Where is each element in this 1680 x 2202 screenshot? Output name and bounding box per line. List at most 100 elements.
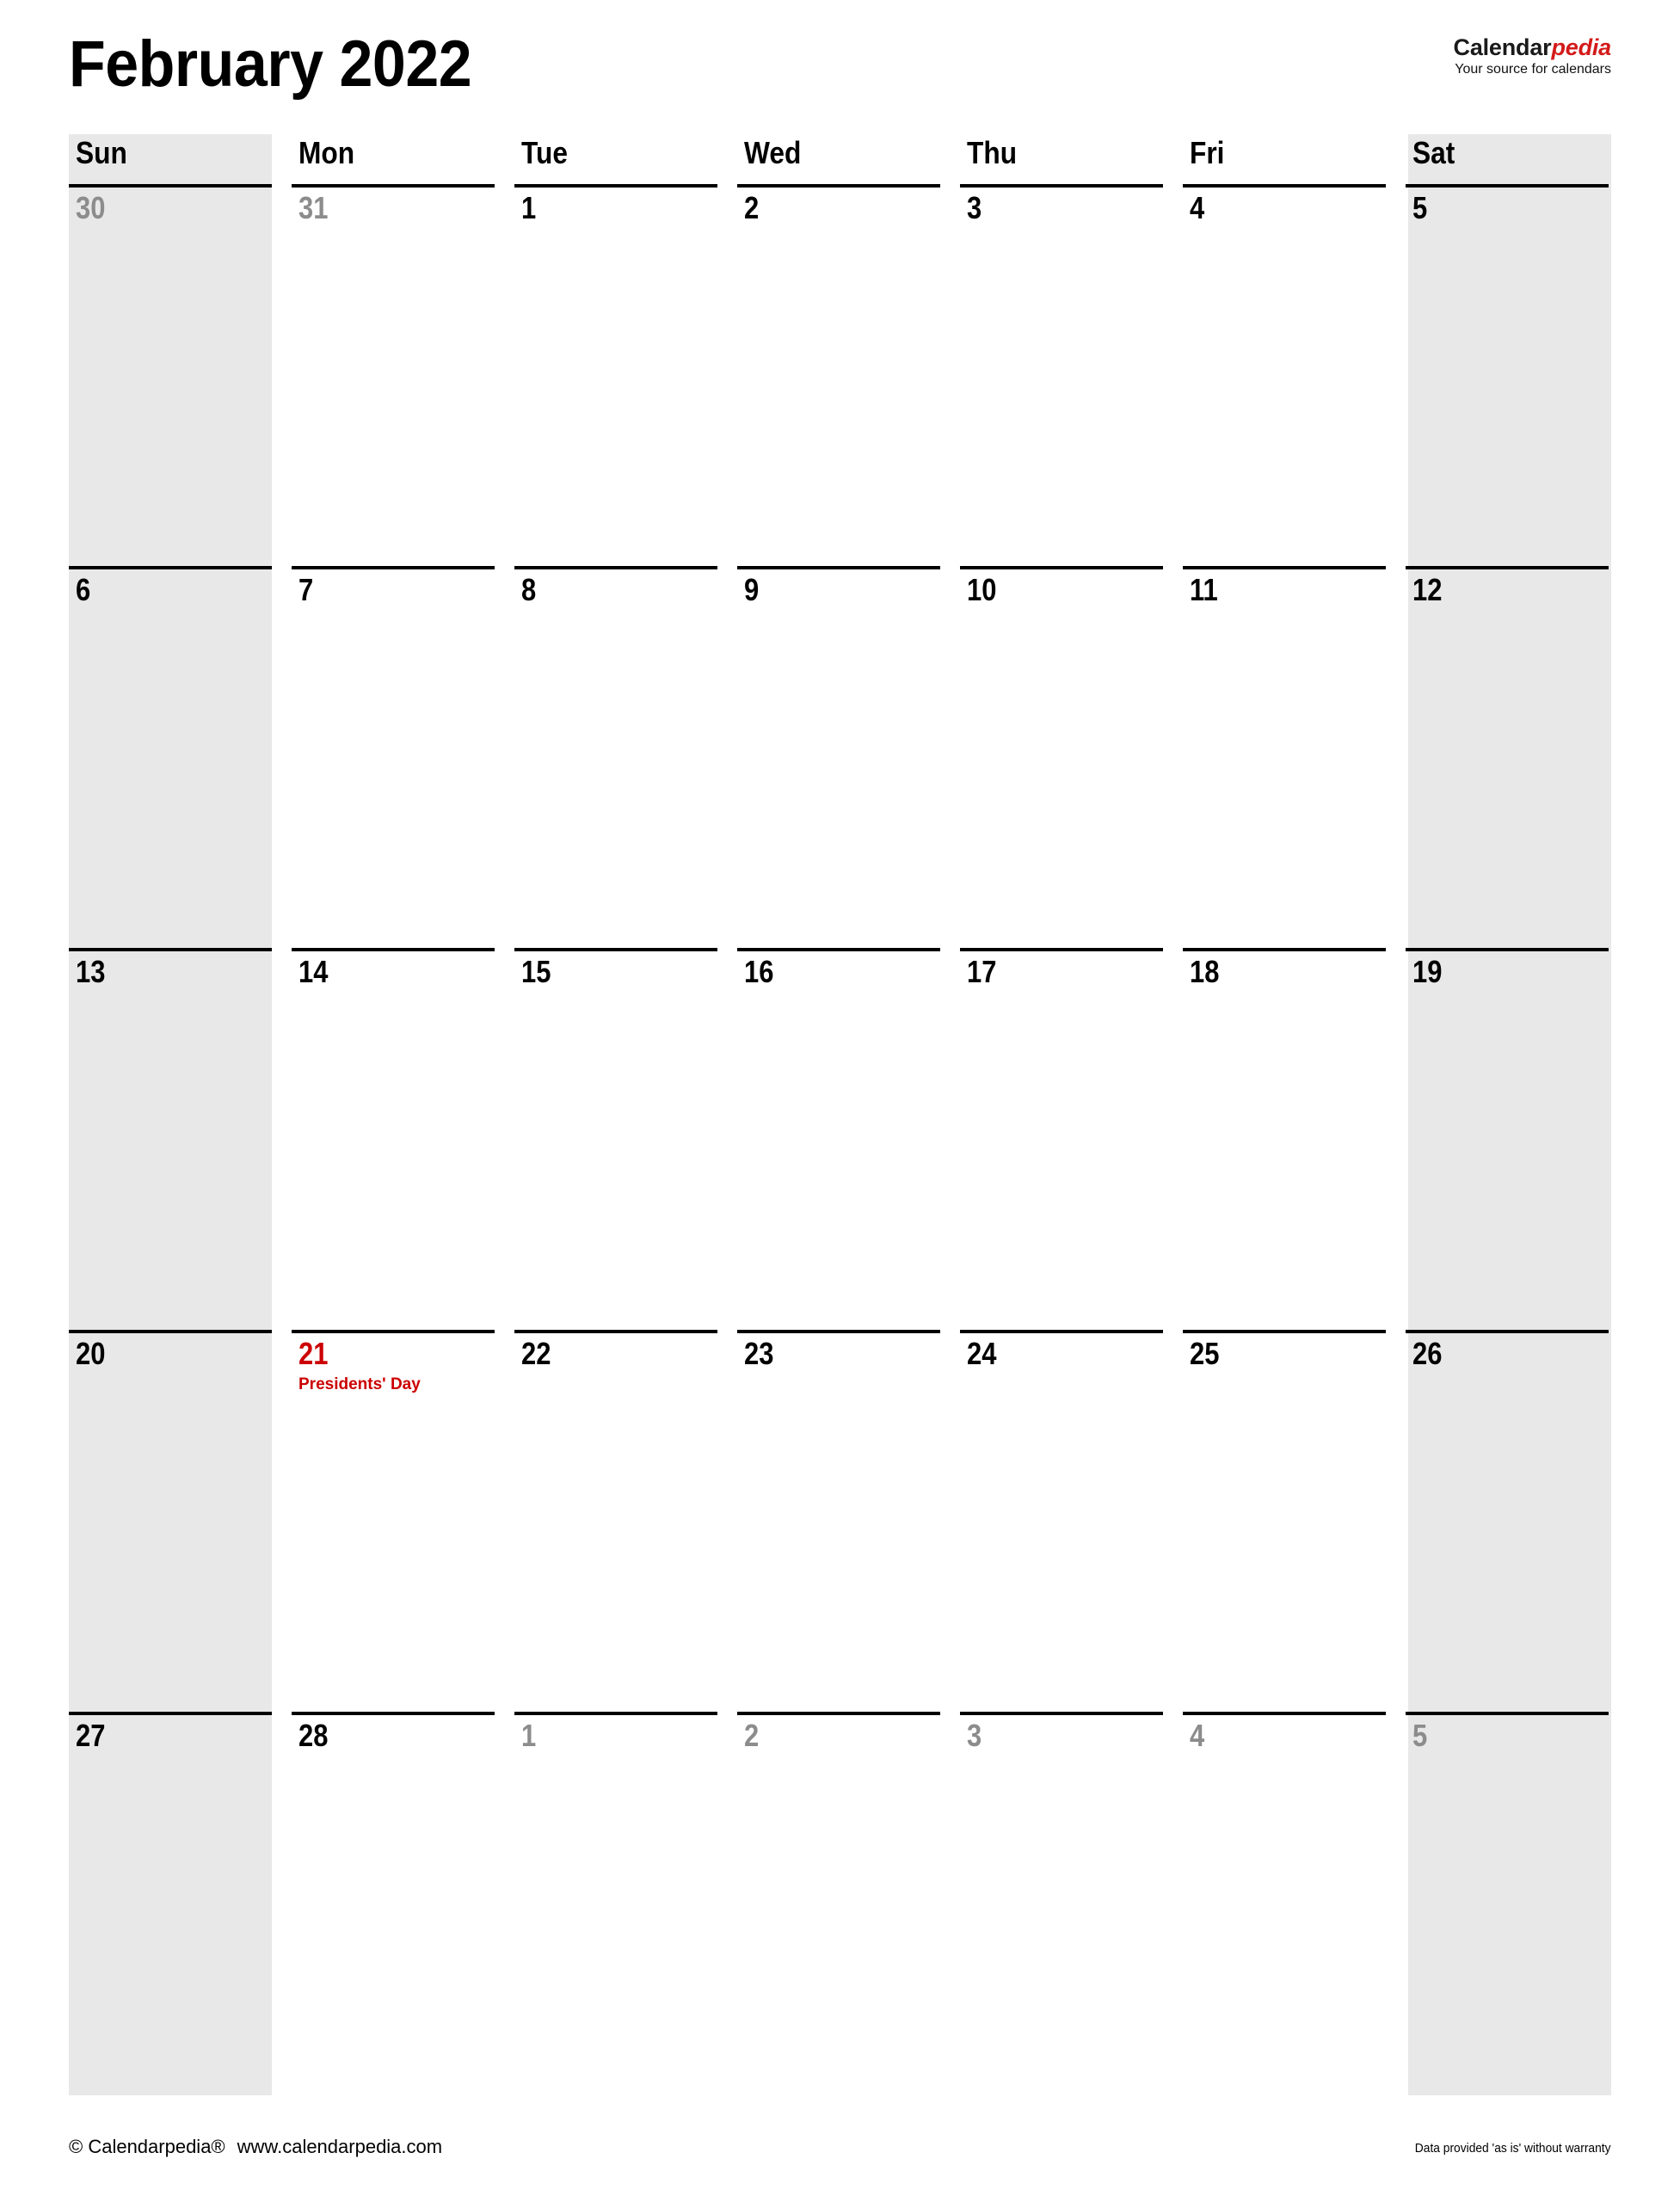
day-cell[interactable]: 18 — [1183, 948, 1386, 1330]
brand-name: Calendarpedia — [1453, 34, 1612, 60]
day-number: 1 — [521, 1718, 537, 1753]
day-cell-rule — [1406, 184, 1609, 188]
day-number: 11 — [1190, 572, 1218, 607]
day-cell[interactable]: 8 — [514, 566, 717, 948]
day-cell-rule — [737, 1712, 940, 1715]
page-title: February 2022 — [69, 28, 472, 101]
day-cell-rule — [292, 1330, 495, 1333]
footer-website-link[interactable]: www.calendarpedia.com — [237, 2136, 442, 2157]
weekday-header-sun: Sun — [69, 134, 272, 184]
day-cell[interactable]: 12 — [1406, 566, 1609, 948]
day-number: 14 — [298, 954, 329, 989]
day-number: 21 — [298, 1336, 329, 1371]
day-cell[interactable]: 9 — [737, 566, 940, 948]
day-number: 13 — [76, 954, 106, 989]
day-cell[interactable]: 2 — [737, 1712, 940, 2094]
day-number: 19 — [1412, 954, 1443, 989]
day-cell[interactable]: 6 — [69, 566, 272, 948]
day-cell-rule — [514, 1330, 717, 1333]
day-cell-rule — [1183, 184, 1386, 188]
day-cell-rule — [737, 184, 940, 188]
day-cell[interactable]: 25 — [1183, 1330, 1386, 1712]
weekday-header-label: Wed — [744, 135, 802, 170]
day-cell-rule — [292, 184, 495, 188]
day-cell[interactable]: 13 — [69, 948, 272, 1330]
day-number: 8 — [521, 572, 537, 607]
day-cell-rule — [960, 1712, 1163, 1715]
day-number: 16 — [744, 954, 774, 989]
day-cell[interactable]: 4 — [1183, 1712, 1386, 2094]
day-cell[interactable]: 2 — [737, 184, 940, 566]
page-header: February 2022 Calendarpedia Your source … — [69, 26, 1611, 120]
day-number: 9 — [744, 572, 760, 607]
day-cell-rule — [1406, 948, 1609, 951]
footer-copyright: © Calendarpedia® — [69, 2136, 225, 2157]
weekday-header-label: Sun — [76, 135, 127, 170]
day-number: 31 — [298, 190, 329, 225]
day-cell[interactable]: 17 — [960, 948, 1163, 1330]
footer-disclaimer: Data provided 'as is' without warranty — [1415, 2141, 1611, 2156]
day-cell-rule — [292, 948, 495, 951]
weekday-header-label: Mon — [298, 135, 355, 170]
day-number: 4 — [1190, 190, 1205, 225]
week-row: 6 7 8 9 10 11 12 — [69, 566, 1611, 948]
day-cell[interactable]: 20 — [69, 1330, 272, 1712]
day-number: 4 — [1190, 1718, 1205, 1753]
day-cell[interactable]: 3 — [960, 1712, 1163, 2094]
day-cell[interactable]: 10 — [960, 566, 1163, 948]
day-cell-rule — [69, 948, 272, 951]
day-cell[interactable]: 27 — [69, 1712, 272, 2094]
day-cell[interactable]: 1 — [514, 1712, 717, 2094]
day-cell[interactable]: 5 — [1406, 184, 1609, 566]
weekday-header-row: Sun Mon Tue Wed Thu Fri Sat — [69, 134, 1611, 184]
day-cell-rule — [737, 566, 940, 569]
brand-name-calendar: Calendar — [1453, 34, 1552, 60]
weekday-header-label: Tue — [521, 135, 568, 170]
day-cell-rule — [960, 566, 1163, 569]
day-cell[interactable]: 16 — [737, 948, 940, 1330]
day-cell-rule — [1183, 566, 1386, 569]
day-cell-rule — [1406, 566, 1609, 569]
brand-name-pedia: pedia — [1551, 34, 1611, 60]
day-cell-rule — [292, 566, 495, 569]
day-cell[interactable]: 26 — [1406, 1330, 1609, 1712]
day-cell[interactable]: 30 — [69, 184, 272, 566]
day-number: 27 — [76, 1718, 106, 1753]
day-cell[interactable]: 22 — [514, 1330, 717, 1712]
weekday-header-thu: Thu — [960, 134, 1163, 184]
calendarpedia-logo[interactable]: Calendarpedia Your source for calendars — [1453, 34, 1612, 77]
day-number: 24 — [967, 1336, 997, 1371]
day-number: 15 — [521, 954, 551, 989]
day-cell-rule — [69, 1712, 272, 1715]
day-number: 5 — [1412, 1718, 1428, 1753]
day-cell[interactable]: 23 — [737, 1330, 940, 1712]
day-cell-rule — [69, 1330, 272, 1333]
day-cell[interactable]: 7 — [292, 566, 495, 948]
day-cell[interactable]: 14 — [292, 948, 495, 1330]
day-cell-rule — [960, 184, 1163, 188]
day-cell[interactable]: 24 — [960, 1330, 1163, 1712]
weekday-header-tue: Tue — [514, 134, 717, 184]
day-cell[interactable]: 5 — [1406, 1712, 1609, 2094]
day-cell-rule — [737, 948, 940, 951]
day-cell[interactable]: 21 Presidents' Day — [292, 1330, 495, 1712]
day-cell-rule — [514, 566, 717, 569]
day-number: 2 — [744, 190, 760, 225]
day-number: 25 — [1190, 1336, 1220, 1371]
day-number: 20 — [76, 1336, 106, 1371]
weekday-header-sat: Sat — [1406, 134, 1609, 184]
day-cell-rule — [69, 566, 272, 569]
day-cell[interactable]: 15 — [514, 948, 717, 1330]
day-cell[interactable]: 4 — [1183, 184, 1386, 566]
day-number: 6 — [76, 572, 91, 607]
day-cell[interactable]: 1 — [514, 184, 717, 566]
day-cell[interactable]: 19 — [1406, 948, 1609, 1330]
day-cell[interactable]: 31 — [292, 184, 495, 566]
week-row: 30 31 1 2 3 4 5 — [69, 184, 1611, 566]
day-cell[interactable]: 11 — [1183, 566, 1386, 948]
day-number: 30 — [76, 190, 106, 225]
week-row: 13 14 15 16 17 18 19 — [69, 948, 1611, 1330]
day-cell[interactable]: 28 — [292, 1712, 495, 2094]
day-cell[interactable]: 3 — [960, 184, 1163, 566]
day-number: 22 — [521, 1336, 551, 1371]
